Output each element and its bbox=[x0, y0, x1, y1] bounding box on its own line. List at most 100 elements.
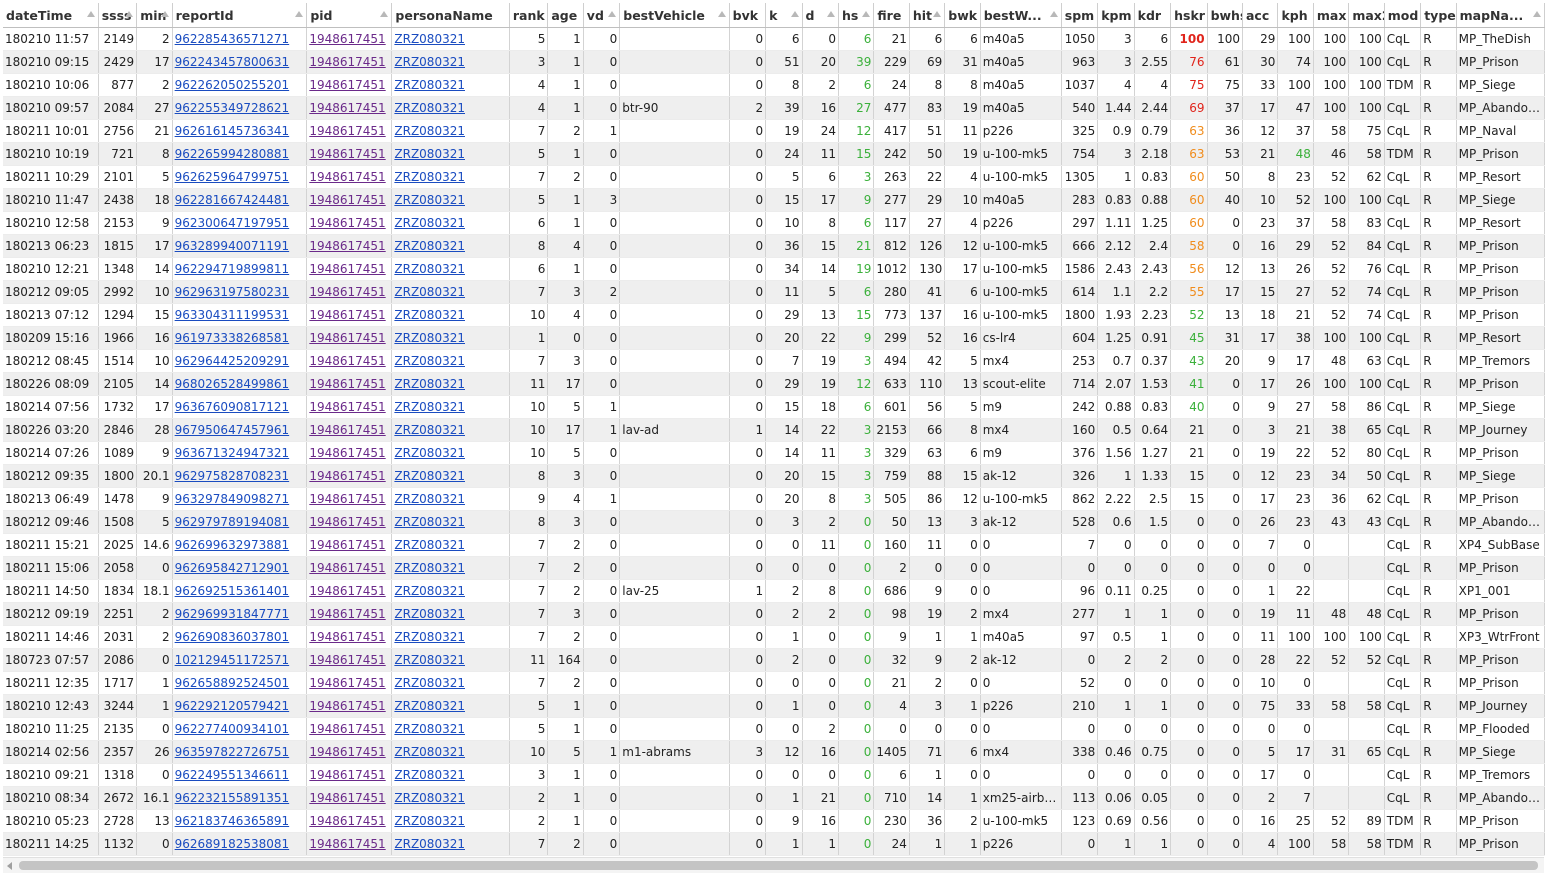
table-row[interactable]: 180214 07:56 1732 17 963676090817121 1948617… bbox=[3, 395, 1546, 419]
cell-reportid[interactable]: 962281667424481 bbox=[172, 188, 308, 212]
cell-reportid[interactable]: 962625964799751 bbox=[172, 165, 308, 189]
pid-link[interactable]: 1948617451 bbox=[309, 745, 385, 759]
reportid-link[interactable]: 967950647457961 bbox=[175, 423, 290, 437]
column-header-k[interactable]: k bbox=[765, 3, 803, 28]
cell-personaname[interactable]: ZRZ080321 bbox=[391, 648, 510, 672]
scrollbar-thumb[interactable] bbox=[19, 861, 1538, 870]
cell-reportid[interactable]: 962262050255201 bbox=[172, 73, 308, 97]
cell-pid[interactable]: 1948617451 bbox=[306, 648, 393, 672]
table-row[interactable]: 180210 09:21 1318 0 962249551346611 19486174… bbox=[3, 763, 1546, 787]
pid-link[interactable]: 1948617451 bbox=[309, 170, 385, 184]
personaname-link[interactable]: ZRZ080321 bbox=[394, 400, 465, 414]
cell-pid[interactable]: 1948617451 bbox=[306, 142, 393, 166]
cell-reportid[interactable]: 962979789194081 bbox=[172, 510, 308, 534]
personaname-link[interactable]: ZRZ080321 bbox=[394, 101, 465, 115]
cell-reportid[interactable]: 962243457800631 bbox=[172, 50, 308, 74]
table-row[interactable]: 180213 07:12 1294 15 963304311199531 1948617… bbox=[3, 303, 1546, 327]
cell-personaname[interactable]: ZRZ080321 bbox=[391, 602, 510, 626]
column-header-acc[interactable]: acc bbox=[1242, 3, 1279, 28]
personaname-link[interactable]: ZRZ080321 bbox=[394, 32, 465, 46]
column-header-mapna[interactable]: mapNa... bbox=[1456, 3, 1546, 28]
table-row[interactable]: 180210 09:57 2084 27 962255349728621 1948617… bbox=[3, 96, 1546, 120]
table-row[interactable]: 180212 09:19 2251 2 962969931847771 19486174… bbox=[3, 602, 1546, 626]
sort-arrow-icon[interactable] bbox=[86, 11, 95, 17]
personaname-link[interactable]: ZRZ080321 bbox=[394, 239, 465, 253]
personaname-link[interactable]: ZRZ080321 bbox=[394, 469, 465, 483]
cell-reportid[interactable]: 963671324947321 bbox=[172, 441, 308, 465]
cell-reportid[interactable]: 963597822726751 bbox=[172, 740, 308, 764]
pid-link[interactable]: 1948617451 bbox=[309, 630, 385, 644]
cell-pid[interactable]: 1948617451 bbox=[306, 487, 393, 511]
pid-link[interactable]: 1948617451 bbox=[309, 308, 385, 322]
pid-link[interactable]: 1948617451 bbox=[309, 32, 385, 46]
table-row[interactable]: 180212 09:05 2992 10 962963197580231 1948617… bbox=[3, 280, 1546, 304]
reportid-link[interactable]: 962964425209291 bbox=[175, 354, 290, 368]
cell-personaname[interactable]: ZRZ080321 bbox=[391, 119, 510, 143]
pid-link[interactable]: 1948617451 bbox=[309, 216, 385, 230]
column-header-min[interactable]: min bbox=[136, 3, 173, 28]
column-header-type[interactable]: type bbox=[1420, 3, 1457, 28]
cell-pid[interactable]: 1948617451 bbox=[306, 418, 393, 442]
pid-link[interactable]: 1948617451 bbox=[309, 193, 385, 207]
personaname-link[interactable]: ZRZ080321 bbox=[394, 124, 465, 138]
table-row[interactable]: 180211 14:50 1834 18.1 962692515361401 19486… bbox=[3, 579, 1546, 603]
reportid-link[interactable]: 962969931847771 bbox=[175, 607, 290, 621]
column-header-max[interactable]: max bbox=[1313, 3, 1350, 28]
table-row[interactable]: 180210 11:25 2135 0 962277400934101 19486174… bbox=[3, 717, 1546, 741]
personaname-link[interactable]: ZRZ080321 bbox=[394, 331, 465, 345]
personaname-link[interactable]: ZRZ080321 bbox=[394, 492, 465, 506]
reportid-link[interactable]: 962294719899811 bbox=[175, 262, 290, 276]
pid-link[interactable]: 1948617451 bbox=[309, 791, 385, 805]
personaname-link[interactable]: ZRZ080321 bbox=[394, 216, 465, 230]
reportid-link[interactable]: 962292120579421 bbox=[175, 699, 290, 713]
reportid-link[interactable]: 962262050255201 bbox=[175, 78, 290, 92]
personaname-link[interactable]: ZRZ080321 bbox=[394, 814, 465, 828]
cell-personaname[interactable]: ZRZ080321 bbox=[391, 257, 510, 281]
pid-link[interactable]: 1948617451 bbox=[309, 354, 385, 368]
reportid-link[interactable]: 962625964799751 bbox=[175, 170, 290, 184]
reportid-link[interactable]: 968026528499861 bbox=[175, 377, 290, 391]
column-header-hit[interactable]: hit bbox=[909, 3, 946, 28]
pid-link[interactable]: 1948617451 bbox=[309, 331, 385, 345]
sort-arrow-icon[interactable] bbox=[826, 11, 835, 17]
column-header-kdr[interactable]: kdr bbox=[1134, 3, 1172, 28]
pid-link[interactable]: 1948617451 bbox=[309, 492, 385, 506]
column-header-bwk[interactable]: bwk bbox=[944, 3, 981, 28]
table-row[interactable]: 180226 03:20 2846 28 967950647457961 1948617… bbox=[3, 418, 1546, 442]
cell-pid[interactable]: 1948617451 bbox=[306, 671, 393, 695]
column-header-hskr[interactable]: hskr bbox=[1170, 3, 1208, 28]
table-row[interactable]: 180212 09:46 1508 5 962979789194081 19486174… bbox=[3, 510, 1546, 534]
pid-link[interactable]: 1948617451 bbox=[309, 837, 385, 851]
cell-pid[interactable]: 1948617451 bbox=[306, 372, 393, 396]
reportid-link[interactable]: 962255349728621 bbox=[175, 101, 290, 115]
table-row[interactable]: 180214 02:56 2357 26 963597822726751 1948617… bbox=[3, 740, 1546, 764]
reportid-link[interactable]: 962979789194081 bbox=[175, 515, 290, 529]
personaname-link[interactable]: ZRZ080321 bbox=[394, 78, 465, 92]
reportid-link[interactable]: 962281667424481 bbox=[175, 193, 290, 207]
cell-personaname[interactable]: ZRZ080321 bbox=[391, 832, 510, 856]
table-row[interactable]: 180210 12:43 3244 1 962292120579421 19486174… bbox=[3, 694, 1546, 718]
column-header-vd[interactable]: vd bbox=[583, 3, 621, 28]
pid-link[interactable]: 1948617451 bbox=[309, 147, 385, 161]
reportid-link[interactable]: 963304311199531 bbox=[175, 308, 290, 322]
table-row[interactable]: 180210 11:47 2438 18 962281667424481 1948617… bbox=[3, 188, 1546, 212]
cell-reportid[interactable]: 962249551346611 bbox=[172, 763, 308, 787]
reportid-link[interactable]: 962692515361401 bbox=[175, 584, 290, 598]
personaname-link[interactable]: ZRZ080321 bbox=[394, 745, 465, 759]
pid-link[interactable]: 1948617451 bbox=[309, 515, 385, 529]
cell-personaname[interactable]: ZRZ080321 bbox=[391, 234, 510, 258]
cell-pid[interactable]: 1948617451 bbox=[306, 119, 393, 143]
reportid-link[interactable]: 962285436571271 bbox=[175, 32, 290, 46]
pid-link[interactable]: 1948617451 bbox=[309, 124, 385, 138]
cell-pid[interactable]: 1948617451 bbox=[306, 464, 393, 488]
column-header-max2[interactable]: max2 bbox=[1348, 3, 1385, 28]
pid-link[interactable]: 1948617451 bbox=[309, 653, 385, 667]
personaname-link[interactable]: ZRZ080321 bbox=[394, 193, 465, 207]
personaname-link[interactable]: ZRZ080321 bbox=[394, 423, 465, 437]
cell-reportid[interactable]: 962285436571271 bbox=[172, 27, 308, 51]
pid-link[interactable]: 1948617451 bbox=[309, 699, 385, 713]
reportid-link[interactable]: 962277400934101 bbox=[175, 722, 290, 736]
column-header-reportid[interactable]: reportId bbox=[172, 3, 308, 28]
pid-link[interactable]: 1948617451 bbox=[309, 101, 385, 115]
table-row[interactable]: 180214 07:26 1089 9 963671324947321 19486174… bbox=[3, 441, 1546, 465]
